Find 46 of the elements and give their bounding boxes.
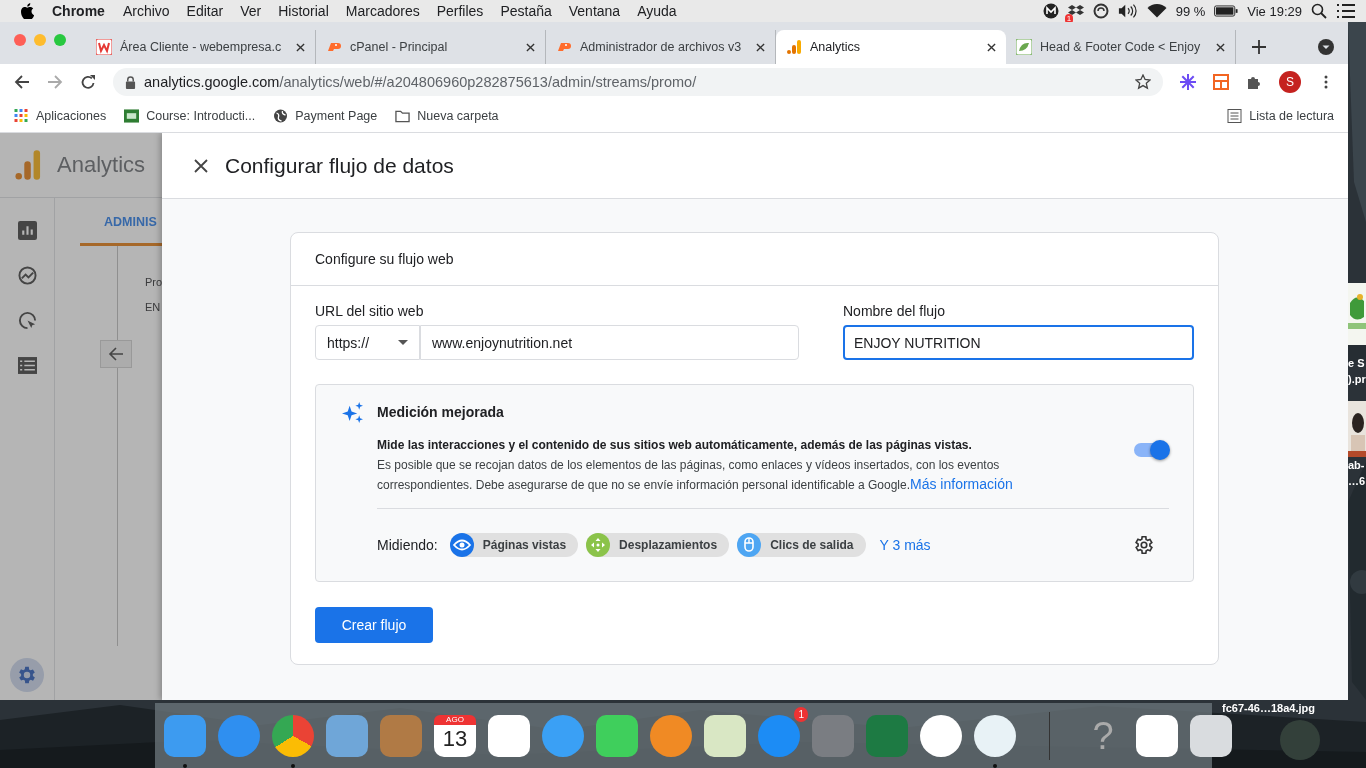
field-label: URL del sitio web: [315, 303, 425, 319]
notification-badge: 1: [794, 706, 808, 722]
menu-item[interactable]: Archivo: [122, 3, 170, 19]
browser-tab[interactable]: Área Cliente - webempresa.c: [86, 30, 316, 64]
more-info-link[interactable]: Más información: [910, 476, 1013, 492]
bookmark[interactable]: Aplicaciones: [14, 109, 107, 123]
measuring-label: Midiendo:: [377, 536, 438, 553]
menu-item[interactable]: Historial: [278, 3, 329, 19]
bookmark[interactable]: Payment Page: [273, 109, 378, 123]
section-title: Medición mejorada: [377, 404, 505, 420]
calendar-app-icon[interactable]: AGO 13: [434, 714, 476, 757]
card-title: Configure su flujo web: [315, 251, 454, 267]
measurement-chip: Páginas vistas: [449, 532, 579, 557]
menu-item[interactable]: Perfiles: [436, 3, 484, 19]
url-input-field[interactable]: www.enjoynutrition.net: [420, 325, 799, 360]
measurement-chip: Clics de salida: [737, 532, 866, 557]
menu-item[interactable]: Ayuda: [637, 3, 677, 19]
menu-item[interactable]: Ventana: [568, 3, 621, 19]
bookmark[interactable]: Nueva carpeta: [395, 109, 499, 123]
more-link[interactable]: Y 3 más: [879, 536, 931, 553]
field-label: Nombre del flujo: [843, 303, 946, 319]
menu-item[interactable]: Marcadores: [345, 3, 420, 19]
profile-avatar[interactable]: S: [1279, 71, 1301, 93]
menu-item[interactable]: Chrome: [52, 3, 105, 19]
browser-tab[interactable]: cPanel - Principal: [316, 30, 546, 64]
description-text: Mide las interacciones y el contenido de sus sitios web automáticamente, además de las páginas vistas.: [377, 437, 973, 454]
field-label: Pro: [145, 276, 163, 288]
clock: Vie 19:29: [1247, 3, 1302, 19]
menu-item[interactable]: Pestaña: [500, 3, 552, 19]
create-stream-button[interactable]: Crear flujo: [315, 607, 433, 643]
app-title: Analytics: [57, 152, 146, 178]
drawer-title: Configurar flujo de datos: [225, 153, 454, 178]
battery-percent: 99 %: [1175, 3, 1206, 19]
measurement-chip: Desplazamientos: [586, 532, 730, 557]
address-bar[interactable]: analytics.google.com/analytics/web/#/a204806960p282875613/admin/streams/promo/: [113, 68, 1163, 96]
field-value: EN: [145, 301, 162, 313]
menu-item[interactable]: Editar: [186, 3, 224, 19]
bookmark[interactable]: Course: Introducti...: [124, 109, 256, 123]
stream-name-input-field[interactable]: ENJOY NUTRITION: [843, 325, 1194, 360]
reading-list-button[interactable]: Lista de lectura: [1227, 109, 1334, 123]
description-text: Es posible que se recojan datos de los elementos de las páginas, como enlaces y vídeos insertados, con los eventos correspondientes. Debe asegurarse de que no se envíe información personal identificable a Google.Más información: [377, 456, 1014, 494]
browser-tab[interactable]: Analytics: [776, 30, 1006, 64]
menu-item[interactable]: Ver: [240, 3, 262, 19]
protocol-dropdown[interactable]: https://: [315, 325, 420, 360]
file-label: fc67-46…18a4.jpg: [1222, 702, 1315, 714]
browser-tab[interactable]: Head & Footer Code < Enjoy: [1006, 30, 1236, 64]
